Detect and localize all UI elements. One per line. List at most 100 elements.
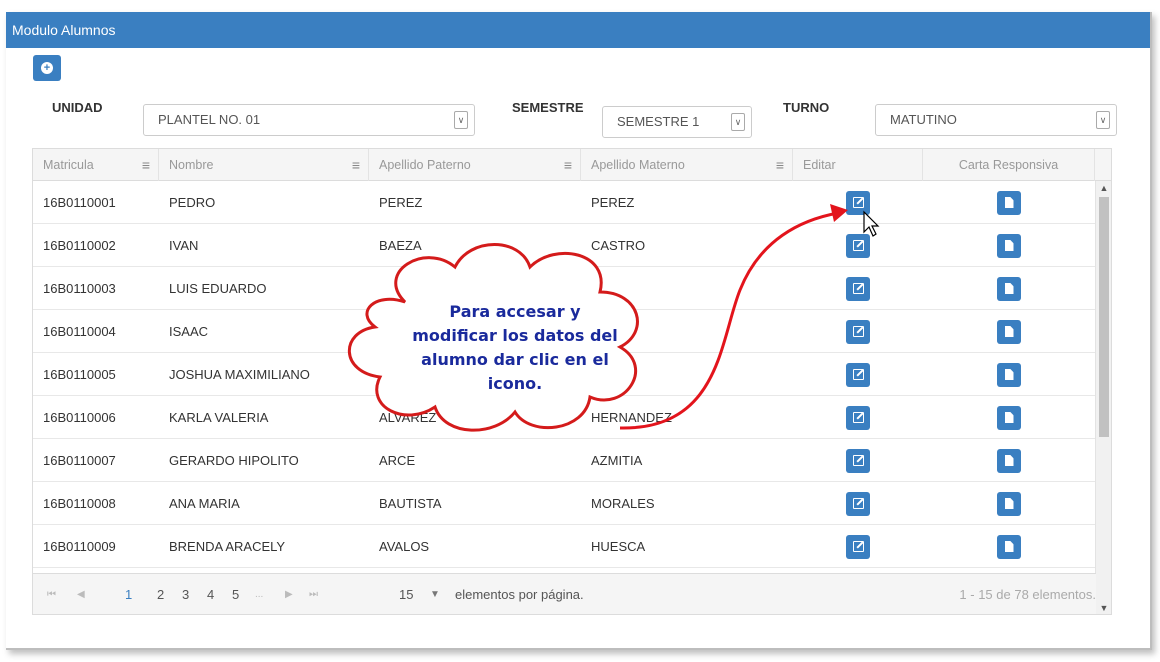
page-size-label: elementos por página. <box>455 587 584 602</box>
table-row[interactable]: 16B0110008 ANA MARIA BAUTISTA MORALES <box>33 482 1111 525</box>
panel-title: Modulo Alumnos <box>6 12 1150 48</box>
apellido-materno-cell: MORALES <box>591 496 655 511</box>
document-icon <box>1004 369 1014 380</box>
column-header-carta-responsiva: Carta Responsiva <box>923 149 1095 181</box>
scrollbar-thumb[interactable] <box>1099 197 1109 437</box>
chevron-down-icon: ∨ <box>1096 111 1110 129</box>
carta-responsiva-cell <box>923 224 1095 267</box>
matricula-cell: 16B0110009 <box>43 539 116 554</box>
apellido-paterno-cell: AVALOS <box>379 539 430 554</box>
matricula-cell: 16B0110008 <box>43 496 116 511</box>
semestre-label: SEMESTRE <box>512 100 584 115</box>
carta-responsiva-cell <box>923 439 1095 482</box>
nombre-cell: PEDRO <box>169 195 216 210</box>
plus-circle-icon: + <box>41 62 53 74</box>
matricula-cell: 16B0110002 <box>43 238 116 253</box>
last-page-icon[interactable]: ⏭ <box>309 574 318 614</box>
document-icon <box>1004 498 1014 509</box>
caret-down-icon[interactable]: ▼ <box>430 574 440 614</box>
chevron-down-icon: ∨ <box>454 111 468 129</box>
matricula-cell: 16B0110005 <box>43 367 116 382</box>
turno-select[interactable]: MATUTINO ∨ <box>875 104 1117 136</box>
carta-responsiva-button[interactable] <box>997 491 1021 516</box>
column-header-matricula[interactable]: Matricula ≡ <box>33 149 159 181</box>
mouse-cursor-icon <box>863 210 880 237</box>
callout-arrow <box>619 204 848 430</box>
table-row[interactable]: 16B0110009 BRENDA ARACELY AVALOS HUESCA <box>33 525 1111 568</box>
carta-responsiva-cell <box>923 525 1095 568</box>
document-icon <box>1004 412 1014 423</box>
column-header-apellido-materno[interactable]: Apellido Materno ≡ <box>581 149 793 181</box>
carta-responsiva-button[interactable] <box>997 319 1021 344</box>
page-size-select[interactable]: 15 <box>399 574 413 614</box>
document-icon <box>1004 283 1014 294</box>
column-header-editar: Editar <box>793 149 923 181</box>
document-icon <box>1004 197 1014 208</box>
editar-cell <box>793 482 923 525</box>
unidad-select[interactable]: PLANTEL NO. 01 ∨ <box>143 104 475 136</box>
carta-responsiva-button[interactable] <box>997 448 1021 473</box>
carta-responsiva-button[interactable] <box>997 190 1021 215</box>
carta-responsiva-cell <box>923 267 1095 310</box>
unidad-value: PLANTEL NO. 01 <box>158 112 261 127</box>
add-alumno-button[interactable]: + <box>33 55 61 81</box>
grid-header: Matricula ≡ Nombre ≡ Apellido Paterno ≡ … <box>33 149 1111 181</box>
semestre-value: SEMESTRE 1 <box>617 114 700 129</box>
filter-icon[interactable]: ≡ <box>564 149 572 181</box>
document-icon <box>1004 541 1014 552</box>
carta-responsiva-cell <box>923 396 1095 439</box>
carta-responsiva-cell <box>923 310 1095 353</box>
edit-button[interactable] <box>846 491 870 516</box>
first-page-icon[interactable]: ⏮ <box>47 574 56 614</box>
matricula-cell: 16B0110007 <box>43 453 116 468</box>
next-page-icon[interactable]: ▶ <box>285 574 293 614</box>
editar-cell <box>793 439 923 482</box>
document-icon <box>1004 326 1014 337</box>
filter-icon[interactable]: ≡ <box>776 149 784 181</box>
edit-button[interactable] <box>846 448 870 473</box>
filter-icon[interactable]: ≡ <box>352 149 360 181</box>
carta-responsiva-button[interactable] <box>997 534 1021 559</box>
matricula-cell: 16B0110004 <box>43 324 116 339</box>
column-header-nombre[interactable]: Nombre ≡ <box>159 149 369 181</box>
column-header-apellido-paterno[interactable]: Apellido Paterno ≡ <box>369 149 581 181</box>
document-icon <box>1004 240 1014 251</box>
grid-scrollbar[interactable]: ▲ ▼ <box>1095 181 1111 614</box>
carta-responsiva-button[interactable] <box>997 276 1021 301</box>
carta-responsiva-button[interactable] <box>997 405 1021 430</box>
apellido-paterno-cell: BAUTISTA <box>379 496 442 511</box>
carta-responsiva-button[interactable] <box>997 233 1021 258</box>
page-link[interactable]: 1 <box>125 574 132 614</box>
callout-text: Para accesar y modificar los datos del a… <box>412 302 618 393</box>
matricula-cell: 16B0110006 <box>43 410 116 425</box>
pager: ⏮ ◀ 1 2 3 4 5 ... ▶ ⏭ 15 ▼ elementos por… <box>33 573 1096 614</box>
apellido-paterno-cell: ARCE <box>379 453 416 468</box>
matricula-cell: 16B0110003 <box>43 281 116 296</box>
table-row[interactable]: 16B0110001 PEDRO PEREZ PEREZ <box>33 181 1111 224</box>
page-link[interactable]: 4 <box>207 574 214 614</box>
filter-icon[interactable]: ≡ <box>142 149 150 181</box>
nombre-cell: ANA MARIA <box>169 496 240 511</box>
carta-responsiva-cell <box>923 181 1095 224</box>
page-link[interactable]: ... <box>255 574 263 614</box>
semestre-select[interactable]: SEMESTRE 1 ∨ <box>602 106 752 138</box>
scroll-up-icon[interactable]: ▲ <box>1096 183 1111 193</box>
chevron-down-icon: ∨ <box>731 113 745 131</box>
document-icon <box>1004 455 1014 466</box>
editar-cell <box>793 525 923 568</box>
carta-responsiva-button[interactable] <box>997 362 1021 387</box>
page-link[interactable]: 3 <box>182 574 189 614</box>
page-link[interactable]: 5 <box>232 574 239 614</box>
table-row[interactable]: 16B0110007 GERARDO HIPOLITO ARCE AZMITIA <box>33 439 1111 482</box>
prev-page-icon[interactable]: ◀ <box>77 574 85 614</box>
turno-value: MATUTINO <box>890 112 957 127</box>
edit-button[interactable] <box>846 534 870 559</box>
unidad-label: UNIDAD <box>52 100 103 115</box>
scroll-down-icon[interactable]: ▼ <box>1096 603 1111 613</box>
apellido-materno-cell: AZMITIA <box>591 453 643 468</box>
edit-icon <box>852 455 864 466</box>
edit-icon <box>852 498 864 509</box>
edit-icon <box>852 541 864 552</box>
page-link[interactable]: 2 <box>157 574 164 614</box>
apellido-paterno-cell: PEREZ <box>379 195 423 210</box>
